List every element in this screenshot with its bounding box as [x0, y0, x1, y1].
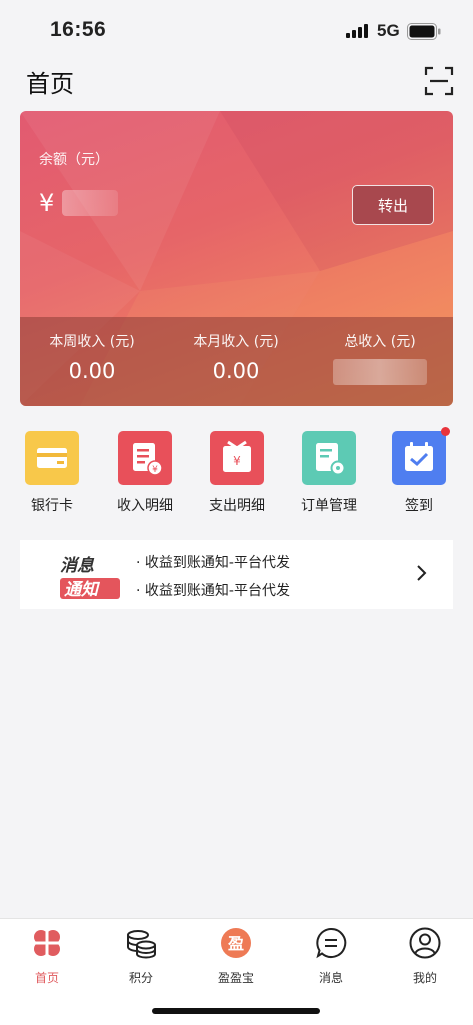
shortcut-expense-detail[interactable]: ¥ 支出明细	[192, 431, 282, 515]
network-type: 5G	[377, 21, 400, 40]
clover-icon	[34, 930, 60, 956]
shortcut-bank-card[interactable]: 银行卡	[7, 431, 97, 515]
yingyingbao-icon: 盈	[221, 928, 251, 958]
status-time: 16:56	[50, 18, 107, 41]
notification-dot	[441, 427, 450, 436]
tab-yingyingbao[interactable]: 盈 盈盈宝	[196, 927, 276, 986]
scan-icon[interactable]	[424, 66, 454, 96]
balance-card: 余额（元） ¥ 转出 本周收入 (元) 0.00 本月收入 (元) 0.00 总…	[20, 111, 453, 406]
shortcut-grid: 银行卡 ¥ 收入明细 ¥ 支出明细 订单管理 签到	[0, 427, 473, 521]
profile-icon	[409, 927, 441, 959]
shortcut-label: 签到	[405, 498, 433, 514]
chevron-right-icon	[417, 565, 427, 581]
expense-detail-icon: ¥	[210, 431, 264, 485]
notice-item[interactable]: · 收益到账通知-平台代发	[136, 552, 290, 572]
shortcut-label: 订单管理	[301, 498, 357, 514]
battery-icon	[407, 23, 441, 40]
total-income-value-masked	[333, 359, 427, 385]
shortcut-label: 银行卡	[31, 498, 73, 514]
bank-card-icon	[25, 431, 79, 485]
income-detail-icon: ¥	[118, 431, 172, 485]
total-income[interactable]: 总收入 (元)	[308, 331, 452, 389]
message-notice-bar[interactable]: 消息 通知 · 收益到账通知-平台代发 · 收益到账通知-平台代发	[20, 540, 453, 609]
header: 首页	[0, 60, 473, 105]
weekly-income[interactable]: 本周收入 (元) 0.00	[20, 331, 164, 383]
total-income-label: 总收入 (元)	[344, 334, 416, 350]
shortcut-order-manage[interactable]: 订单管理	[284, 431, 374, 515]
tab-points[interactable]: 积分	[101, 927, 181, 986]
order-manage-icon	[302, 431, 356, 485]
shortcut-label: 收入明细	[117, 498, 173, 514]
message-notice-logo: 消息 通知	[60, 556, 120, 600]
shortcut-label: 支出明细	[209, 498, 265, 514]
tab-label: 我的	[412, 971, 437, 985]
status-bar: 16:56 5G	[0, 0, 473, 60]
tab-label: 首页	[34, 971, 59, 985]
notice-item[interactable]: · 收益到账通知-平台代发	[136, 580, 290, 600]
transfer-out-button[interactable]: 转出	[352, 185, 434, 225]
weekly-income-label: 本周收入 (元)	[49, 334, 135, 350]
currency-symbol: ¥	[39, 189, 55, 217]
notice-logo-line2: 通知	[64, 580, 101, 600]
shortcut-income-detail[interactable]: ¥ 收入明细	[100, 431, 190, 515]
page-title: 首页	[26, 70, 74, 98]
svg-text:盈: 盈	[227, 934, 244, 953]
coins-icon	[127, 930, 156, 959]
checkin-icon	[392, 427, 450, 485]
monthly-income-value: 0.00	[212, 359, 260, 383]
svg-text:¥: ¥	[152, 465, 158, 475]
income-summary: 本周收入 (元) 0.00 本月收入 (元) 0.00 总收入 (元)	[20, 317, 453, 406]
message-icon	[316, 927, 347, 959]
tab-home[interactable]: 首页	[7, 927, 87, 986]
signal-icon	[346, 24, 368, 38]
monthly-income-label: 本月收入 (元)	[193, 334, 279, 350]
balance-label: 余额（元）	[39, 152, 109, 168]
weekly-income-value: 0.00	[68, 359, 116, 383]
tab-messages[interactable]: 消息	[291, 927, 371, 986]
notice-logo-line1: 消息	[60, 556, 95, 576]
tab-mine[interactable]: 我的	[385, 927, 465, 986]
tab-label: 积分	[128, 971, 153, 985]
tab-label: 消息	[318, 971, 343, 985]
svg-text:¥: ¥	[233, 454, 241, 468]
home-indicator[interactable]	[152, 1008, 320, 1014]
shortcut-checkin[interactable]: 签到	[374, 427, 464, 515]
tab-label: 盈盈宝	[217, 971, 254, 985]
monthly-income[interactable]: 本月收入 (元) 0.00	[164, 331, 308, 383]
balance-value-masked	[62, 190, 119, 216]
balance-amount: ¥	[39, 189, 119, 217]
